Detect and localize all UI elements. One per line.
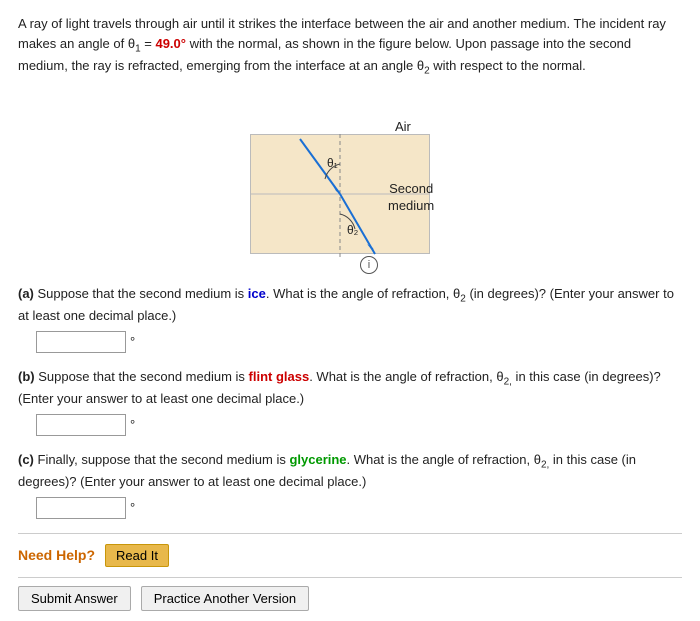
question-part-a: (a) Suppose that the second medium is ic… — [18, 284, 682, 353]
medium-ice: ice — [248, 286, 266, 301]
info-icon[interactable]: i — [360, 256, 378, 274]
question-part-b: (b) Suppose that the second medium is fl… — [18, 367, 682, 436]
answer-input-c[interactable] — [36, 497, 126, 519]
question-label-c: (c) Finally, suppose that the second med… — [18, 452, 636, 490]
diagram-svg: θ₁ θ₂ — [220, 89, 480, 274]
degree-symbol-c: ° — [130, 498, 135, 518]
question-label-b: (b) Suppose that the second medium is fl… — [18, 369, 661, 407]
answer-row-b: ° — [36, 414, 682, 436]
need-help-row: Need Help? Read It — [18, 533, 682, 567]
question-label-a: (a) Suppose that the second medium is ic… — [18, 286, 674, 324]
answer-input-a[interactable] — [36, 331, 126, 353]
angle-value: 49.0° — [155, 36, 186, 51]
medium-flint: flint glass — [249, 369, 310, 384]
problem-text: A ray of light travels through air until… — [18, 14, 682, 79]
answer-input-b[interactable] — [36, 414, 126, 436]
answer-row-a: ° — [36, 331, 682, 353]
medium-glycerine: glycerine — [289, 452, 346, 467]
diagram-container: Air Second medium θ₁ θ₂ i — [18, 89, 682, 274]
submit-button[interactable]: Submit Answer — [18, 586, 131, 611]
read-it-button[interactable]: Read It — [105, 544, 169, 567]
svg-text:θ₂: θ₂ — [347, 223, 359, 237]
degree-symbol-b: ° — [130, 415, 135, 435]
degree-symbol-a: ° — [130, 332, 135, 352]
need-help-label: Need Help? — [18, 547, 95, 563]
practice-button[interactable]: Practice Another Version — [141, 586, 309, 611]
question-part-c: (c) Finally, suppose that the second med… — [18, 450, 682, 519]
answer-row-c: ° — [36, 497, 682, 519]
bottom-bar: Submit Answer Practice Another Version — [18, 577, 682, 611]
diagram-wrap: Air Second medium θ₁ θ₂ i — [220, 89, 480, 274]
